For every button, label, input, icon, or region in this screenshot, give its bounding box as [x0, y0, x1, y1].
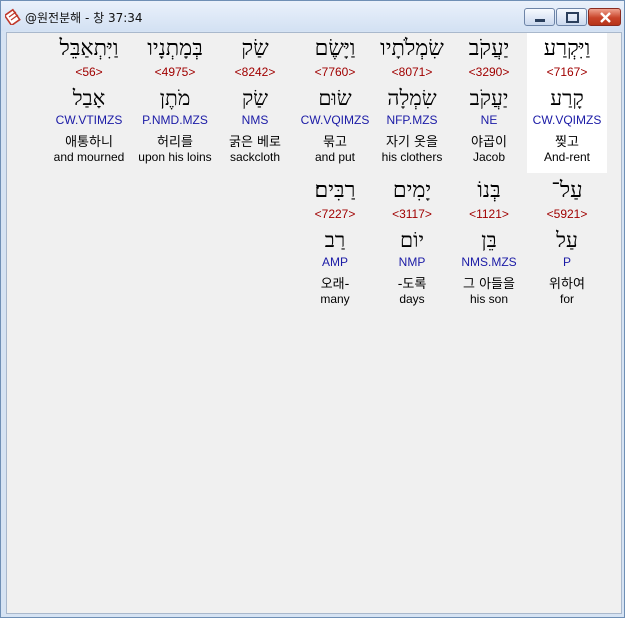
strong-number: <56> — [75, 65, 103, 79]
word-cell[interactable]: שִׂמְלֹתָיו <8071> שִׂמְלָה NFP.MZS 자기 옷을 his… — [372, 33, 452, 173]
english-gloss: and put — [314, 150, 356, 164]
word-cell[interactable]: בְּמָתְנָיו <4975> מֹתֶן P.NMD.MZS 허리를 upon h… — [135, 33, 215, 173]
morphology-code: P — [562, 255, 571, 269]
korean-gloss: 묶고 — [323, 135, 347, 150]
lemma-word: קָרַע — [550, 86, 584, 110]
lemma-word: שִׂמְלָה — [387, 86, 437, 110]
english-gloss: upon his loins — [138, 150, 212, 164]
lemma-word: שׂוּם — [318, 86, 352, 110]
morphology-code: NMS — [241, 113, 269, 127]
morphology-code: CW.VQIMZS — [300, 113, 370, 127]
close-button[interactable] — [588, 8, 621, 26]
korean-gloss: -도록 — [397, 277, 427, 292]
morphology-code: CW.VQIMZS — [532, 113, 602, 127]
english-gloss: Jacob — [472, 150, 506, 164]
strong-number: <3117> — [392, 207, 432, 221]
lemma-word: יַעֲקֹב — [469, 86, 509, 110]
title-bar[interactable]: @원전분해 - 창 37:34 — [1, 1, 624, 31]
english-gloss: sackcloth — [229, 150, 281, 164]
bible-app-icon[interactable] — [3, 8, 22, 27]
hebrew-word: וַיִּקְרַע — [543, 36, 591, 61]
strong-number: <8242> — [234, 65, 276, 79]
hebrew-word: יָמִים — [392, 178, 432, 203]
morphology-code: NMS.MZS — [461, 255, 517, 269]
korean-gloss: 그 아들을 — [463, 277, 515, 292]
word-cell[interactable]: וַיִּתְאַבֵּל <56> אָבַל CW.VTIMZS 애통하니 and m… — [49, 33, 129, 173]
strong-number: <5921> — [546, 207, 588, 221]
hebrew-word: בְּנוֹ — [477, 178, 501, 203]
korean-gloss: 자기 옷을 — [386, 135, 438, 150]
hebrew-word: וַיִּתְאַבֵּל — [59, 36, 119, 61]
hebrew-word: רַבִּים׃ — [314, 178, 356, 203]
lemma-word: יוֹם — [400, 228, 424, 252]
hebrew-word: וַיָּשֶׂם — [314, 36, 356, 61]
strong-number: <4975> — [154, 65, 196, 79]
lemma-word: רַב — [324, 228, 346, 252]
lemma-word: שַׂק — [241, 86, 269, 110]
maximize-icon — [566, 12, 579, 23]
interlinear-panel[interactable]: וַיִּקְרַע <7167> קָרַע CW.VQIMZS 찢고 And-rent… — [6, 32, 622, 614]
minimize-icon — [535, 19, 545, 22]
app-window: @원전분해 - 창 37:34 וַיִּקְרַע <7167> קָרַע CW.… — [0, 0, 625, 618]
hebrew-word: בְּמָתְנָיו — [147, 36, 203, 61]
strong-number: <7227> — [314, 207, 356, 221]
word-cell[interactable]: יָמִים <3117> יוֹם NMP -도록 days — [372, 175, 452, 315]
minimize-button[interactable] — [524, 8, 555, 26]
word-cell[interactable]: רַבִּים׃ <7227> רַב AMP 오래-many — [295, 175, 375, 315]
morphology-code: CW.VTIMZS — [55, 113, 123, 127]
strong-number: <7760> — [314, 65, 356, 79]
lemma-word: אָבַל — [72, 86, 106, 110]
korean-gloss: 야곱이 — [471, 135, 507, 150]
english-gloss: many — [320, 292, 350, 306]
morphology-code: NFP.MZS — [386, 113, 438, 127]
english-gloss: his clothers — [381, 150, 443, 164]
strong-number: <8071> — [391, 65, 433, 79]
english-gloss: for — [559, 292, 574, 306]
maximize-button[interactable] — [556, 8, 587, 26]
hebrew-word: עַל־ — [551, 178, 583, 203]
window-title: @원전분해 - 창 37:34 — [25, 11, 143, 25]
english-gloss: And-rent — [543, 150, 591, 164]
word-cell[interactable]: וַיָּשֶׂם <7760> שׂוּם CW.VQIMZS 묶고 and put — [295, 33, 375, 173]
korean-gloss: 굵은 베로 — [229, 135, 281, 150]
korean-gloss: 위하여 — [549, 277, 585, 292]
strong-number: <7167> — [546, 65, 588, 79]
hebrew-word: שַׂק — [241, 36, 269, 61]
word-cell[interactable]: עַל־ <5921> עַל P 위하여 for — [527, 175, 607, 315]
strong-number: <3290> — [468, 65, 510, 79]
strong-number: <1121> — [469, 207, 509, 221]
english-gloss: and mourned — [53, 150, 125, 164]
english-gloss: days — [399, 292, 425, 306]
lemma-word: עַל — [556, 228, 578, 252]
lemma-word: בֵּן — [481, 228, 497, 252]
hebrew-word: שִׂמְלֹתָיו — [380, 36, 444, 61]
english-gloss: his son — [469, 292, 509, 306]
lemma-word: מֹתֶן — [159, 86, 191, 110]
korean-gloss: 오래- — [320, 277, 350, 292]
morphology-code: NE — [480, 113, 498, 127]
word-cell[interactable]: יַעֲקֹב <3290> יַעֲקֹב NE 야곱이 Jacob — [449, 33, 529, 173]
close-icon — [600, 12, 611, 23]
korean-gloss: 허리를 — [157, 135, 193, 150]
word-cell[interactable]: בְּנוֹ <1121> בֵּן NMS.MZS 그 아들을 his son — [449, 175, 529, 315]
korean-gloss: 애통하니 — [65, 135, 113, 150]
hebrew-word: יַעֲקֹב — [468, 36, 510, 61]
korean-gloss: 찢고 — [555, 135, 579, 150]
morphology-code: P.NMD.MZS — [142, 113, 208, 127]
morphology-code: NMP — [398, 255, 426, 269]
morphology-code: AMP — [321, 255, 348, 269]
word-cell[interactable]: שַׂק <8242> שַׂק NMS 굵은 베로 sackcloth — [215, 33, 295, 173]
word-cell[interactable]: וַיִּקְרַע <7167> קָרַע CW.VQIMZS 찢고 And-rent — [527, 33, 607, 173]
